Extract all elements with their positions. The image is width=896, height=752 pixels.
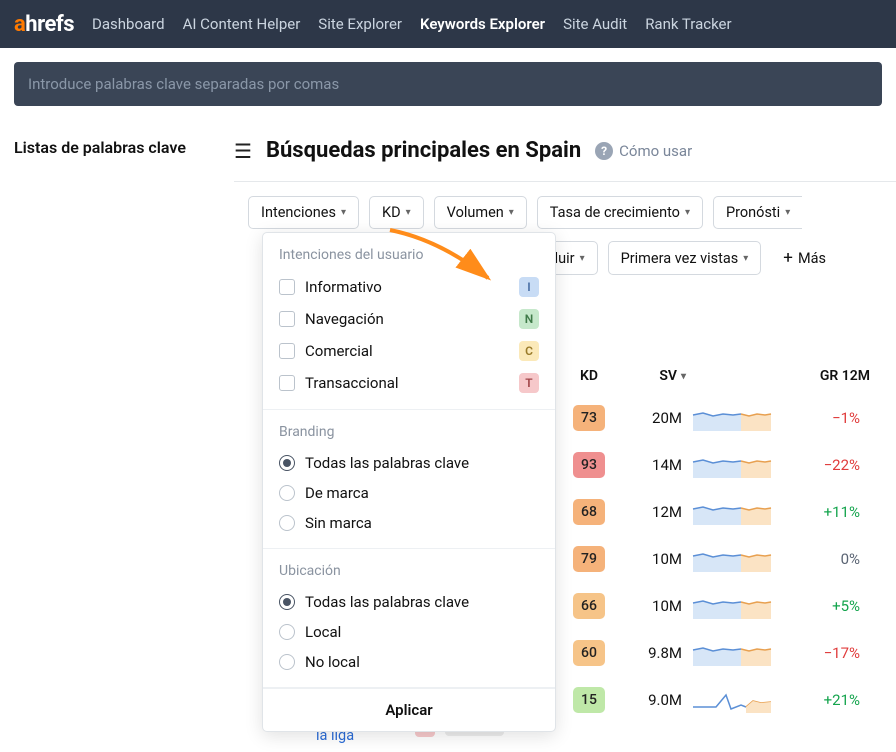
column-header-kd[interactable]: KD (560, 368, 618, 384)
kd-badge: 79 (573, 546, 605, 572)
dropdown-heading-location: Ubicación (263, 559, 555, 587)
growth-value: −1% (778, 409, 870, 427)
nav-item[interactable]: Site Audit (563, 15, 627, 33)
sparkline (686, 640, 778, 666)
table-row[interactable]: 73 20M −1% (560, 394, 870, 441)
branding-option[interactable]: Todas las palabras clave (263, 448, 555, 478)
help-icon: ? (595, 142, 613, 160)
kd-badge: 60 (573, 640, 605, 666)
radio[interactable] (279, 485, 295, 501)
column-header-sv[interactable]: SV▾ (618, 368, 686, 384)
location-option[interactable]: No local (263, 647, 555, 677)
filter-button[interactable]: KD▾ (369, 196, 424, 229)
kd-badge: 73 (573, 405, 605, 431)
table-row[interactable]: 68 12M +11% (560, 488, 870, 535)
nav-item[interactable]: Site Explorer (318, 15, 402, 33)
apply-button[interactable]: Aplicar (263, 688, 555, 731)
intentions-dropdown: Intenciones del usuario InformativoINave… (262, 232, 556, 732)
sv-value: 10M (618, 597, 686, 615)
column-header-gr[interactable]: GR 12M (778, 368, 870, 384)
nav-item[interactable]: Keywords Explorer (420, 15, 545, 33)
results-table: KD SV▾ GR 12M 73 20M −1% 93 14M −22% 68 12M +11%… (560, 368, 870, 723)
checkbox[interactable] (279, 375, 295, 391)
intent-badge: I (519, 277, 539, 297)
sv-value: 20M (618, 409, 686, 427)
growth-value: +5% (778, 597, 870, 615)
search-placeholder: Introduce palabras clave separadas por c… (28, 75, 339, 93)
sidebar: Listas de palabras clave (0, 120, 234, 287)
intent-option[interactable]: NavegaciónN (263, 303, 555, 335)
table-row[interactable]: 93 14M −22% (560, 441, 870, 488)
table-row[interactable]: 15 9.0M +21% (560, 676, 870, 723)
sparkline (686, 546, 778, 572)
checkbox[interactable] (279, 311, 295, 327)
branding-option[interactable]: Sin marca (263, 508, 555, 538)
filter-button[interactable]: Primera vez vistas▾ (608, 241, 762, 275)
more-filters-button[interactable]: +Más (771, 241, 838, 275)
sv-value: 12M (618, 503, 686, 521)
intent-option[interactable]: TransaccionalT (263, 367, 555, 399)
chevron-down-icon: ▾ (685, 207, 690, 218)
filter-button[interactable]: Tasa de crecimiento▾ (537, 196, 703, 229)
intent-badge: N (519, 309, 539, 329)
sparkline (686, 593, 778, 619)
help-link[interactable]: ? Cómo usar (595, 142, 692, 160)
growth-value: −22% (778, 456, 870, 474)
sparkline (686, 499, 778, 525)
intent-option[interactable]: ComercialC (263, 335, 555, 367)
chevron-down-icon: ▾ (509, 207, 514, 218)
sidebar-title: Listas de palabras clave (14, 138, 220, 157)
sparkline (686, 452, 778, 478)
table-row[interactable]: 60 9.8M −17% (560, 629, 870, 676)
kd-badge: 68 (573, 499, 605, 525)
sparkline (686, 405, 778, 431)
growth-value: −17% (778, 644, 870, 662)
sort-desc-icon: ▾ (681, 371, 686, 382)
checkbox[interactable] (279, 279, 295, 295)
chevron-down-icon: ▾ (785, 207, 790, 218)
growth-value: +11% (778, 503, 870, 521)
filter-button[interactable]: Intenciones▾ (248, 196, 359, 229)
location-option[interactable]: Todas las palabras clave (263, 587, 555, 617)
radio[interactable] (279, 624, 295, 640)
kd-badge: 66 (573, 593, 605, 619)
growth-value: 0% (778, 550, 870, 568)
sparkline (686, 687, 778, 713)
intent-option[interactable]: InformativoI (263, 271, 555, 303)
kd-badge: 93 (573, 452, 605, 478)
sv-value: 14M (618, 456, 686, 474)
dropdown-heading-branding: Branding (263, 420, 555, 448)
chevron-down-icon: ▾ (341, 207, 346, 218)
nav-item[interactable]: AI Content Helper (183, 15, 301, 33)
radio[interactable] (279, 515, 295, 531)
intent-badge: T (519, 373, 539, 393)
intent-badge: C (519, 341, 539, 361)
location-option[interactable]: Local (263, 617, 555, 647)
top-nav: ahrefs Dashboard AI Content Helper Site Ex… (0, 0, 896, 48)
radio[interactable] (279, 654, 295, 670)
table-row[interactable]: 66 10M +5% (560, 582, 870, 629)
kd-badge: 15 (573, 687, 605, 713)
table-row[interactable]: 79 10M 0% (560, 535, 870, 582)
sv-value: 9.0M (618, 691, 686, 709)
keyword-search-input[interactable]: Introduce palabras clave separadas por c… (14, 62, 882, 106)
page-title: Búsquedas principales en Spain (266, 138, 581, 163)
chevron-down-icon: ▾ (406, 207, 411, 218)
branding-option[interactable]: De marca (263, 478, 555, 508)
checkbox[interactable] (279, 343, 295, 359)
sv-value: 9.8M (618, 644, 686, 662)
radio[interactable] (279, 455, 295, 471)
sv-value: 10M (618, 550, 686, 568)
radio[interactable] (279, 594, 295, 610)
filter-button[interactable]: Volumen▾ (434, 196, 527, 229)
nav-item[interactable]: Rank Tracker (645, 15, 731, 33)
menu-icon[interactable]: ☰ (234, 139, 252, 163)
plus-icon: + (783, 248, 793, 268)
filter-button[interactable]: Pronósti▾ (713, 196, 802, 229)
logo[interactable]: ahrefs (14, 12, 74, 37)
dropdown-heading-intent: Intenciones del usuario (263, 243, 555, 271)
nav-item[interactable]: Dashboard (92, 15, 165, 33)
growth-value: +21% (778, 691, 870, 709)
